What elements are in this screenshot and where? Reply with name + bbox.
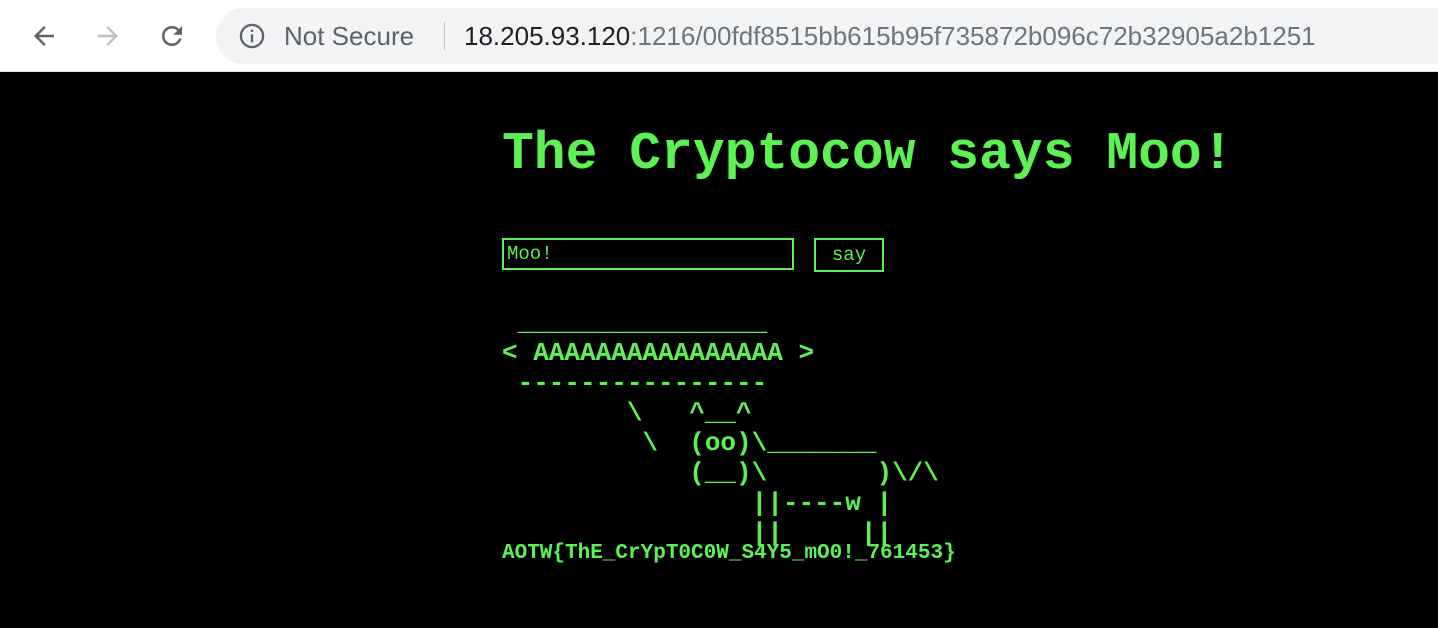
url-divider xyxy=(444,22,445,50)
reload-button[interactable] xyxy=(152,16,192,56)
back-button[interactable] xyxy=(24,16,64,56)
page-body: The Cryptocow says Moo! say ____________… xyxy=(0,72,1438,628)
back-arrow-icon xyxy=(34,26,54,46)
cowsay-output: ________________ < AAAAAAAAAAAAAAAA > --… xyxy=(502,308,939,548)
forward-arrow-icon xyxy=(98,26,118,46)
page-title: The Cryptocow says Moo! xyxy=(502,124,1234,184)
info-icon[interactable] xyxy=(238,22,266,50)
browser-toolbar: Not Secure 18.205.93.120:1216/00fdf8515b… xyxy=(0,0,1438,72)
forward-button[interactable] xyxy=(88,16,128,56)
url-host: 18.205.93.120 xyxy=(464,21,631,51)
reload-icon xyxy=(162,26,182,46)
flag-text: AOTW{ThE_CrYpT0C0W_S4Y5_mO0!_761453} xyxy=(502,542,956,565)
url-text[interactable]: 18.205.93.120:1216/00fdf8515bb615b95f735… xyxy=(464,21,1316,51)
url-path: :1216/00fdf8515bb615b95f735872b096c72b32… xyxy=(630,21,1316,51)
security-label[interactable]: Not Secure xyxy=(284,21,414,51)
message-input[interactable] xyxy=(502,238,794,270)
say-button[interactable]: say xyxy=(814,238,884,272)
address-bar[interactable]: Not Secure 18.205.93.120:1216/00fdf8515b… xyxy=(216,8,1438,64)
